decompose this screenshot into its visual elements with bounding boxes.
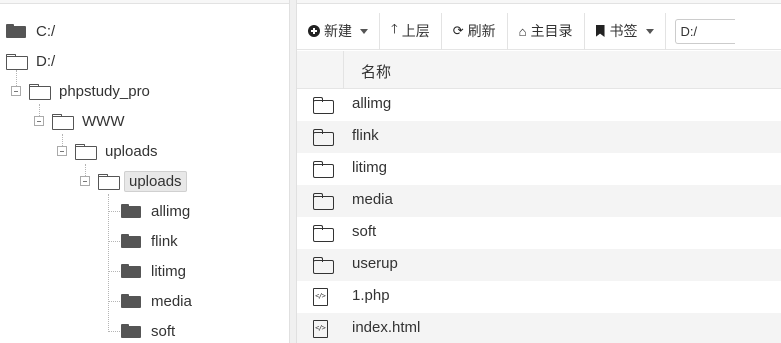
- tree-node-label: soft: [151, 322, 176, 340]
- tree-node-media[interactable]: media: [121, 289, 196, 313]
- file-row[interactable]: soft: [297, 217, 781, 249]
- tree-panel-header: [0, 0, 289, 4]
- folder-closed-icon: [121, 294, 141, 308]
- file-row[interactable]: index.html: [297, 313, 781, 343]
- tree-node-label: WWW: [82, 112, 125, 130]
- home-icon: ⌂: [518, 23, 527, 39]
- up-level-button[interactable]: 🡑 上层: [380, 12, 442, 50]
- tree-node-flink[interactable]: flink: [121, 229, 182, 253]
- file-panel-header: [297, 0, 781, 4]
- tree-node-c-drive[interactable]: C:/: [6, 19, 59, 43]
- tree-node-label: uploads: [124, 170, 187, 192]
- name-column-header[interactable]: 名称: [361, 61, 391, 82]
- folder-open-icon: [52, 114, 74, 130]
- select-column-header[interactable]: [297, 51, 344, 89]
- folder-closed-icon: [121, 234, 141, 248]
- file-toolbar: 新建 🡑 上层 ⟳ 刷新 ⌂ 主目录 书签: [297, 12, 781, 50]
- refresh-button[interactable]: ⟳ 刷新: [442, 12, 508, 50]
- tree-node-soft[interactable]: soft: [121, 319, 179, 343]
- home-directory-button[interactable]: ⌂ 主目录: [508, 12, 585, 50]
- file-row[interactable]: flink: [297, 121, 781, 153]
- up-level-label: 上层: [401, 23, 430, 39]
- file-name: userup: [352, 255, 398, 272]
- folder-icon: [313, 97, 334, 114]
- file-name: allimg: [352, 95, 392, 112]
- file-name: flink: [352, 127, 379, 144]
- collapse-toggle-icon[interactable]: [11, 86, 21, 96]
- tree-node-uploads[interactable]: uploads: [75, 139, 162, 163]
- tree-node-uploads-selected[interactable]: uploads: [98, 169, 187, 193]
- folder-open-icon: [6, 54, 28, 70]
- tree-connector: [108, 331, 120, 332]
- tree-node-label: media: [151, 292, 192, 310]
- plus-circle-icon: [308, 25, 320, 37]
- tree-connector: [108, 271, 120, 272]
- code-file-icon: [313, 288, 328, 306]
- folder-icon: [313, 225, 334, 242]
- folder-closed-icon: [121, 204, 141, 218]
- new-button-label: 新建: [324, 23, 352, 39]
- bookmark-icon: [595, 25, 605, 37]
- directory-tree-panel: C:/ D:/ phpstudy_pro WWW uploads uploads…: [0, 0, 289, 343]
- file-table-header: 名称: [297, 51, 781, 89]
- tree-node-www[interactable]: WWW: [52, 109, 128, 133]
- tree-node-label: allimg: [151, 202, 191, 220]
- file-name: soft: [352, 223, 377, 240]
- bookmark-label: 书签: [609, 23, 638, 39]
- tree-connector: [108, 301, 120, 302]
- folder-icon: [313, 161, 334, 178]
- collapse-toggle-icon[interactable]: [57, 146, 67, 156]
- folder-open-icon: [75, 144, 97, 160]
- tree-node-label: litimg: [151, 262, 187, 280]
- folder-closed-icon: [121, 264, 141, 278]
- file-row[interactable]: media: [297, 185, 781, 217]
- folder-closed-icon: [121, 324, 141, 338]
- file-name: 1.php: [352, 287, 390, 304]
- new-button[interactable]: 新建: [297, 12, 380, 50]
- file-row[interactable]: userup: [297, 249, 781, 281]
- refresh-label: 刷新: [467, 23, 496, 39]
- tree-connector: [108, 241, 120, 242]
- tree-node-phpstudy-pro[interactable]: phpstudy_pro: [29, 79, 154, 103]
- tree-node-label: phpstudy_pro: [59, 82, 150, 100]
- collapse-toggle-icon[interactable]: [34, 116, 44, 126]
- file-row[interactable]: litimg: [297, 153, 781, 185]
- caret-down-icon: [360, 28, 368, 34]
- file-row[interactable]: 1.php: [297, 281, 781, 313]
- collapse-toggle-icon[interactable]: [80, 176, 90, 186]
- caret-down-icon: [645, 28, 654, 34]
- tree-node-label: D:/: [36, 52, 56, 70]
- file-name: index.html: [352, 319, 421, 336]
- folder-icon: [313, 193, 334, 210]
- tree-node-label: flink: [151, 232, 178, 250]
- refresh-icon: ⟳: [452, 23, 464, 38]
- folder-icon: [313, 129, 334, 146]
- folder-open-icon: [98, 174, 120, 190]
- file-name: media: [352, 191, 393, 208]
- folder-closed-icon: [6, 24, 26, 38]
- tree-connector: [108, 194, 109, 332]
- folder-icon: [313, 257, 334, 274]
- home-directory-label: 主目录: [530, 23, 573, 39]
- file-row[interactable]: allimg: [297, 89, 781, 121]
- arrow-up-icon: 🡑: [391, 21, 398, 36]
- file-name: litimg: [352, 159, 388, 176]
- file-list-panel: 新建 🡑 上层 ⟳ 刷新 ⌂ 主目录 书签 名称 allimg flin: [297, 0, 781, 343]
- path-input[interactable]: [674, 18, 735, 44]
- tree-node-d-drive[interactable]: D:/: [6, 49, 59, 73]
- folder-open-icon: [29, 84, 51, 100]
- tree-node-label: uploads: [105, 142, 158, 160]
- tree-node-label: C:/: [36, 22, 56, 40]
- code-file-icon: [313, 320, 328, 338]
- bookmark-button[interactable]: 书签: [585, 12, 666, 50]
- tree-node-allimg[interactable]: allimg: [121, 199, 194, 223]
- panel-splitter[interactable]: [289, 0, 297, 343]
- tree-node-litimg[interactable]: litimg: [121, 259, 190, 283]
- tree-connector: [108, 211, 120, 212]
